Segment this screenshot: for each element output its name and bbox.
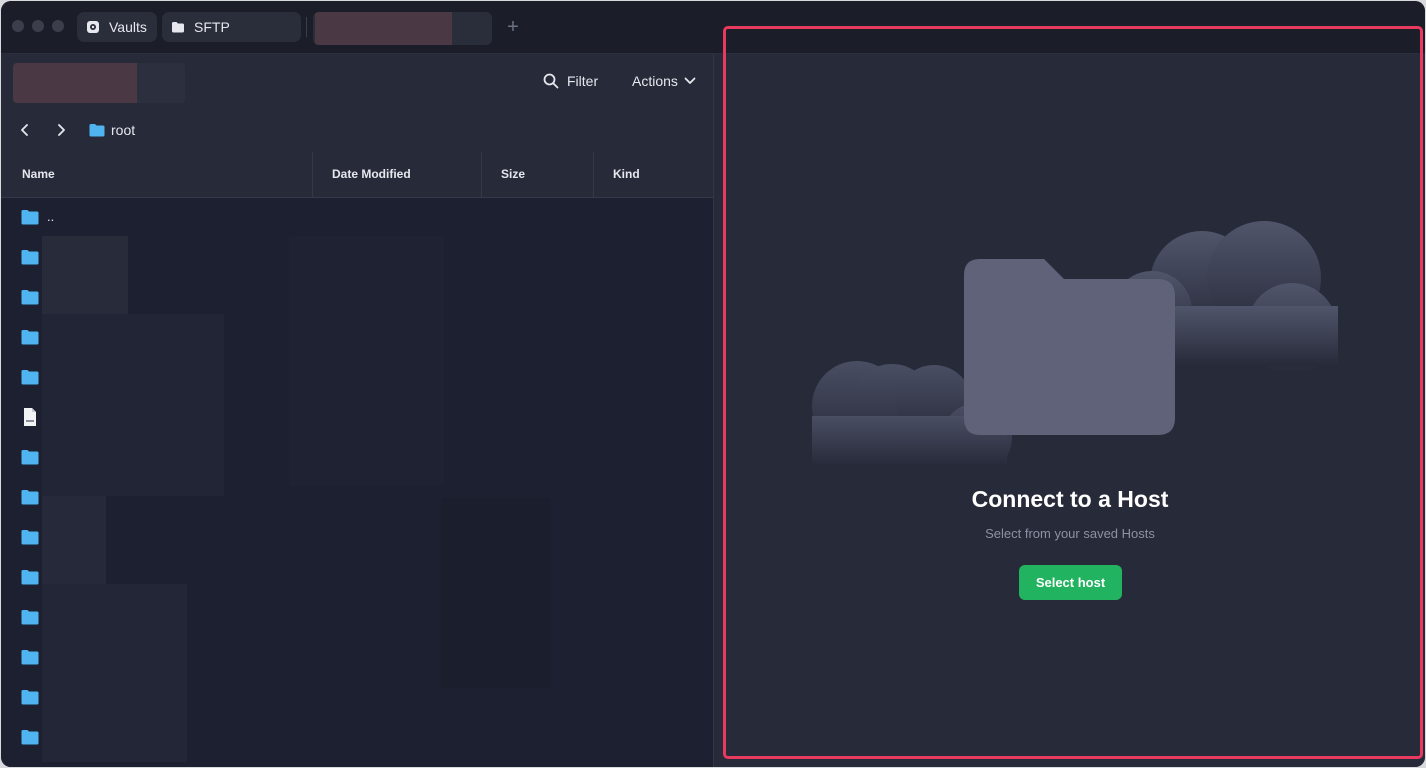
table-row[interactable] <box>1 518 713 558</box>
table-row[interactable] <box>1 678 713 718</box>
back-button[interactable] <box>15 120 35 140</box>
folder-icon <box>21 610 39 625</box>
new-tab-button[interactable]: + <box>501 15 525 39</box>
breadcrumb-root: root <box>111 122 136 138</box>
column-header-name[interactable]: Name <box>22 152 55 197</box>
folder-icon <box>21 290 39 305</box>
file-list: .. <box>1 198 713 767</box>
folder-icon <box>21 530 39 545</box>
chevron-right-icon <box>58 124 65 136</box>
text-file-icon <box>24 408 36 426</box>
tab-redacted[interactable] <box>313 12 492 45</box>
table-row[interactable] <box>1 398 713 438</box>
file-name: .. <box>47 209 55 224</box>
table-row[interactable] <box>1 358 713 398</box>
search-icon <box>543 73 559 89</box>
tab-divider <box>306 17 307 37</box>
empty-state-title: Connect to a Host <box>971 486 1169 512</box>
filter-button[interactable]: Filter <box>543 70 598 92</box>
minimize-window-button[interactable] <box>32 20 44 32</box>
folder-clouds-illustration <box>812 221 1338 466</box>
table-row[interactable] <box>1 238 713 278</box>
forward-button[interactable] <box>51 120 71 140</box>
local-file-pane: Filter Actions root Name Date Modified S… <box>1 54 713 767</box>
folder-icon <box>21 250 39 265</box>
folder-icon <box>171 20 185 34</box>
zoom-window-button[interactable] <box>52 20 64 32</box>
remote-host-pane: Connect to a Host Select from your saved… <box>713 54 1425 767</box>
folder-icon <box>21 650 39 665</box>
folder-icon <box>21 490 39 505</box>
folder-icon <box>21 570 39 585</box>
app-window: Vaults SFTP + Filter Actions root Name D… <box>1 1 1425 767</box>
folder-icon <box>21 330 39 345</box>
table-row[interactable] <box>1 438 713 478</box>
select-host-button[interactable]: Select host <box>1019 565 1122 600</box>
table-row[interactable]: .. <box>1 198 713 238</box>
title-bar: Vaults SFTP + <box>1 1 1425 54</box>
actions-label: Actions <box>632 73 678 89</box>
plus-icon: + <box>507 16 519 38</box>
table-row[interactable] <box>1 478 713 518</box>
tab-label: Vaults <box>109 19 147 35</box>
column-header-kind[interactable]: Kind <box>613 152 640 197</box>
actions-menu-button[interactable]: Actions <box>632 70 696 92</box>
table-row[interactable] <box>1 318 713 358</box>
empty-state-subtitle: Select from your saved Hosts <box>985 526 1155 541</box>
chevron-left-icon <box>21 124 28 136</box>
pane-toolbar: Filter Actions root <box>1 54 713 152</box>
tab-sftp[interactable]: SFTP <box>162 12 301 42</box>
tab-label: SFTP <box>194 19 230 35</box>
host-selector[interactable] <box>13 63 185 103</box>
filter-label: Filter <box>567 73 599 89</box>
column-divider[interactable] <box>593 152 594 197</box>
folder-icon <box>964 259 1175 435</box>
folder-icon <box>21 730 39 745</box>
breadcrumb[interactable]: root <box>89 120 135 140</box>
close-window-button[interactable] <box>12 20 24 32</box>
table-row[interactable] <box>1 558 713 598</box>
table-header: Name Date Modified Size Kind <box>1 152 713 198</box>
table-row[interactable] <box>1 638 713 678</box>
table-row[interactable] <box>1 718 713 758</box>
folder-icon <box>21 210 39 225</box>
folder-icon <box>21 690 39 705</box>
folder-icon <box>21 450 39 465</box>
tab-vaults[interactable]: Vaults <box>77 12 157 42</box>
vault-icon <box>86 20 100 34</box>
folder-icon <box>89 123 105 137</box>
column-header-date-modified[interactable]: Date Modified <box>332 152 411 197</box>
table-row[interactable] <box>1 598 713 638</box>
column-header-size[interactable]: Size <box>501 152 525 197</box>
folder-icon <box>21 370 39 385</box>
column-divider[interactable] <box>481 152 482 197</box>
table-row[interactable] <box>1 278 713 318</box>
column-divider[interactable] <box>312 152 313 197</box>
chevron-down-icon <box>684 77 696 85</box>
